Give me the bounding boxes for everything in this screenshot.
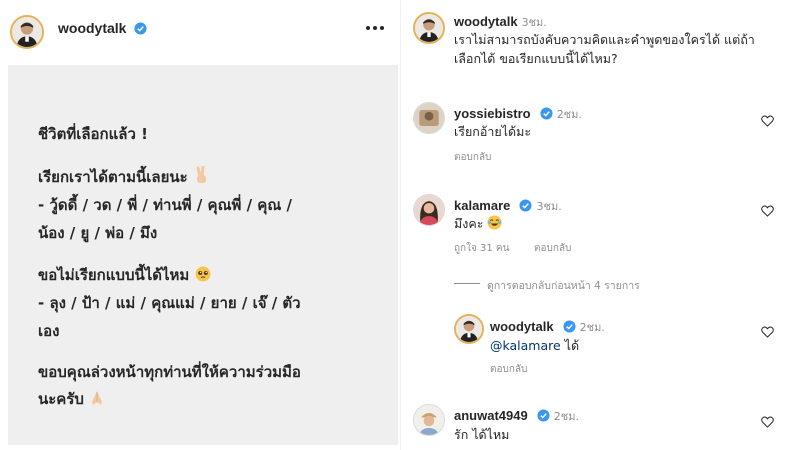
post-text-line: - ลุง / ป้า / แม่ / คุณแม่ / ยาย / เจ๊ /… xyxy=(38,294,301,312)
comment-time[interactable]: 2ชม. xyxy=(557,108,582,121)
pleading-face-emoji xyxy=(195,266,211,282)
post-header: woodytalk xyxy=(0,0,400,60)
likes-count[interactable]: ถูกใจ 31 คน xyxy=(454,241,509,256)
comment-text: รัก ได้ไหม xyxy=(454,427,510,442)
post-text-line: เรียกเราได้ตามนี้เลยนะ xyxy=(38,165,209,189)
mention-link[interactable]: @kalamare xyxy=(490,338,561,353)
reply-button[interactable]: ตอบกลับ xyxy=(454,150,491,165)
post-text-line: ชีวิตที่เลือกแล้ว ! xyxy=(38,125,148,143)
comment-time[interactable]: 3ชม. xyxy=(522,16,547,29)
comment-username[interactable]: woodytalk xyxy=(454,14,518,29)
comments-panel: woodytalk 3ชม. เราไม่สามารถบังคับความคิดแ… xyxy=(401,0,800,450)
avatar[interactable] xyxy=(10,15,44,49)
avatar[interactable] xyxy=(413,102,445,134)
comment-username[interactable]: yossiebistro xyxy=(454,106,531,121)
reply-button[interactable]: ตอบกลับ xyxy=(534,241,571,256)
comment-time[interactable]: 2ชม. xyxy=(554,410,579,423)
comment-text: เรียกอ้ายได้มะ xyxy=(454,124,532,139)
comment-text: มึงคะ xyxy=(454,214,502,233)
view-previous-replies[interactable]: ดูการตอบกลับก่อนหน้า 4 รายการ xyxy=(487,277,640,294)
caption-header: woodytalk 3ชม. xyxy=(454,11,547,31)
verified-icon xyxy=(519,199,533,212)
post-text-line: - วู้ดดี้ / วด / พี่ / ท่านพี่ / คุณพี่ … xyxy=(38,196,292,214)
avatar[interactable] xyxy=(413,404,445,436)
more-options-icon[interactable] xyxy=(366,24,386,34)
comment-username[interactable]: anuwat4949 xyxy=(454,408,528,423)
tears-of-joy-emoji xyxy=(487,215,502,230)
post-text-line: เอง xyxy=(38,322,60,340)
caption-text: เลือกได้ ขอเรียกแบบนี้ได้ไหม? xyxy=(454,51,618,66)
verified-icon xyxy=(563,320,576,333)
comment-text: @kalamare ได้ xyxy=(490,338,580,353)
comment-username[interactable]: kalamare xyxy=(454,198,510,213)
post-text-line: ขอบคุณล่วงหน้าทุกท่านที่ให้ความร่วมมือ xyxy=(38,363,301,381)
comment-header: kalamare 3ชม. xyxy=(454,195,562,215)
avatar[interactable] xyxy=(454,314,484,344)
heart-icon[interactable] xyxy=(761,326,774,338)
replies-line xyxy=(454,283,480,284)
caption-text: เราไม่สามารถบังคับความคิดและคำพูดของใครไ… xyxy=(454,32,755,47)
avatar[interactable] xyxy=(413,12,445,44)
heart-icon[interactable] xyxy=(761,115,774,127)
comment-username[interactable]: woodytalk xyxy=(490,319,554,334)
comment-time[interactable]: 2ชม. xyxy=(580,321,605,334)
reply-button[interactable]: ตอบกลับ xyxy=(490,362,527,377)
post-text-line: นะครับ xyxy=(38,387,105,411)
verified-icon xyxy=(540,107,553,120)
post-text-line: น้อง / ยู / พ่อ / มึง xyxy=(38,224,158,242)
avatar[interactable] xyxy=(413,194,445,226)
heart-icon[interactable] xyxy=(761,205,774,217)
post-username[interactable]: woodytalk xyxy=(58,20,147,36)
post-image: ชีวิตที่เลือกแล้ว ! เรียกเราได้ตามนี้เลย… xyxy=(8,65,398,445)
verified-icon xyxy=(134,22,147,35)
comment-time[interactable]: 3ชม. xyxy=(536,200,561,213)
comment-header: anuwat4949 2ชม. xyxy=(454,405,579,425)
heart-icon[interactable] xyxy=(761,416,774,428)
verified-icon xyxy=(537,409,550,422)
victory-hand-emoji xyxy=(196,166,206,183)
folded-hands-emoji xyxy=(92,391,103,405)
post-panel: woodytalk ชีวิตที่เลือกแล้ว ! เรียกเราได… xyxy=(0,0,400,450)
post-text-line: ขอไม่เรียกแบบนี้ได้ไหม xyxy=(38,263,211,287)
comment-header: yossiebistro 2ชม. xyxy=(454,103,582,123)
comment-header: woodytalk 2ชม. xyxy=(490,316,605,336)
